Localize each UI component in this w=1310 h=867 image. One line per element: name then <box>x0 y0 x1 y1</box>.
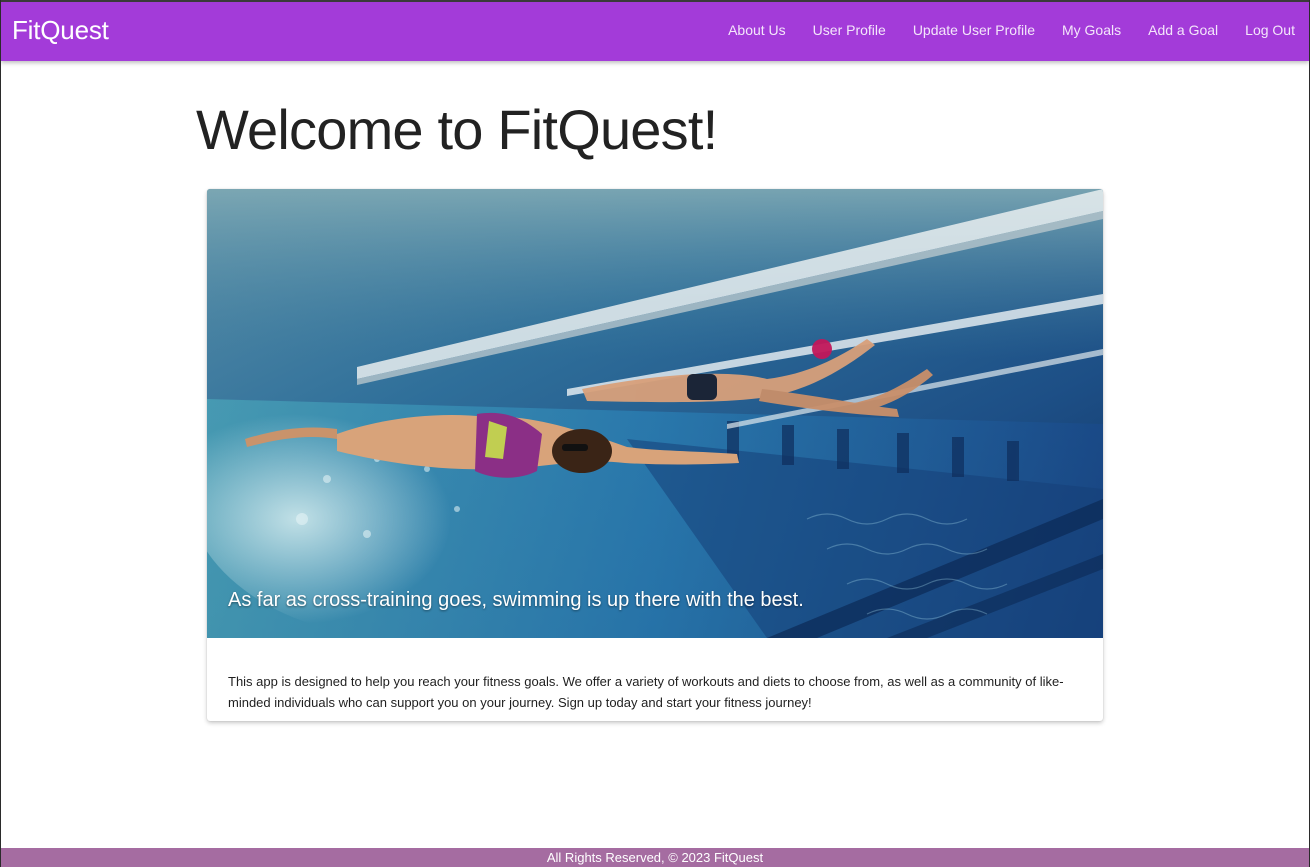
image-caption: As far as cross-training goes, swimming … <box>228 589 804 611</box>
footer: All Rights Reserved, © 2023 FitQuest <box>1 848 1309 867</box>
nav-about-us-link[interactable]: About Us <box>728 21 786 39</box>
nav-user-profile-link[interactable]: User Profile <box>813 21 886 39</box>
nav-add-a-goal-link[interactable]: Add a Goal <box>1148 21 1218 39</box>
nav-update-user-profile-link[interactable]: Update User Profile <box>913 21 1035 39</box>
page-title: Welcome to FitQuest! <box>196 98 718 161</box>
card-description: This app is designed to help you reach y… <box>228 674 1064 710</box>
nav-links: About Us User Profile Update User Profil… <box>701 21 1295 39</box>
top-navbar: FitQuest About Us User Profile Update Us… <box>1 0 1309 61</box>
nav-log-out-link[interactable]: Log Out <box>1245 21 1295 39</box>
nav-my-goals-link[interactable]: My Goals <box>1062 21 1121 39</box>
swimming-hero-image: As far as cross-training goes, swimming … <box>207 189 1103 638</box>
footer-copyright: All Rights Reserved, © 2023 FitQuest <box>546 850 764 865</box>
brand-logo-link[interactable]: FitQuest <box>12 15 109 45</box>
app-window: FitQuest About Us User Profile Update Us… <box>0 0 1310 867</box>
welcome-card: As far as cross-training goes, swimming … <box>207 189 1103 721</box>
